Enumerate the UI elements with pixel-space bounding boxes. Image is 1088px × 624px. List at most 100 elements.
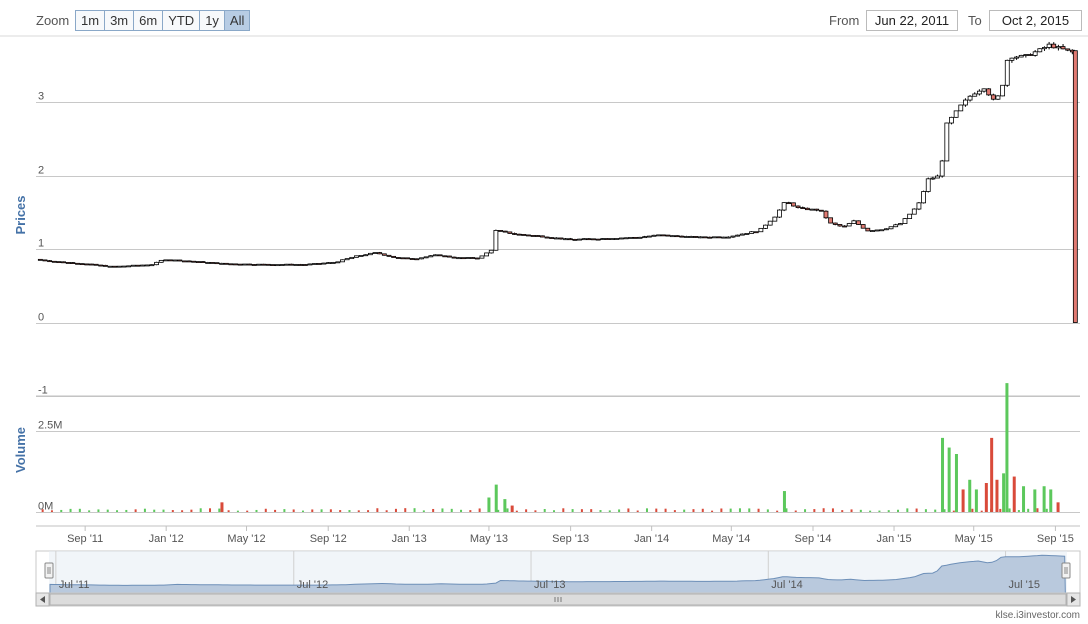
volume-bar [376, 508, 379, 512]
candle-body [288, 263, 294, 266]
candle-body [395, 257, 401, 259]
candle-body [93, 263, 99, 266]
candle-body [456, 257, 462, 260]
candle-body [474, 257, 480, 260]
candle-body [888, 226, 894, 230]
candle-body [447, 255, 452, 258]
volume-bar [701, 508, 704, 512]
volume-bar [497, 509, 500, 512]
candle-body [786, 202, 792, 205]
price-y-axis: -1 0 1 2 3 [38, 91, 48, 397]
candle-body [149, 264, 155, 267]
zoom-ytd-button[interactable]: YTD [162, 10, 200, 31]
volume-y-axis: 0M 2.5M [38, 420, 62, 513]
volume-bar [822, 508, 825, 512]
to-date-input[interactable]: Oct 2, 2015 [989, 10, 1082, 31]
candle-body [725, 236, 731, 239]
candle-body [409, 258, 415, 260]
candle-body [168, 259, 173, 262]
candle-body [711, 236, 717, 239]
candle-body [484, 252, 490, 257]
volume-bar [1033, 489, 1037, 512]
candle-body [544, 236, 550, 239]
candle-body [242, 263, 248, 266]
candle-body [363, 254, 369, 257]
volume-bar [599, 510, 602, 512]
candle-body [493, 230, 499, 251]
candle-body [191, 260, 197, 263]
candle-body [553, 237, 559, 240]
candle-body [646, 235, 652, 238]
candle-body [256, 263, 262, 266]
from-date-input[interactable]: Jun 22, 2011 [866, 10, 958, 31]
volume-bar [515, 510, 518, 512]
candle-body [637, 236, 643, 239]
candle-body [823, 210, 829, 219]
volume-bar [989, 508, 992, 512]
volume-bar [441, 508, 444, 512]
candle-body [581, 238, 587, 241]
volume-y-tick-label: 2.5M [38, 420, 62, 432]
navigator-right-handle[interactable] [1061, 562, 1071, 579]
candle-body [516, 233, 522, 236]
volume-bar [487, 497, 491, 512]
candle-body [488, 249, 494, 254]
scrollbar-grip-icon [554, 597, 562, 602]
zoom-all-button[interactable]: All [223, 10, 251, 31]
candle-body [883, 228, 889, 231]
candle-body [535, 235, 541, 237]
volume-bar [1008, 508, 1011, 512]
x-tick-label: Sep '12 [310, 533, 347, 545]
volume-bar [255, 509, 258, 512]
candle-body [65, 262, 71, 264]
scroll-right-arrow-icon[interactable] [1066, 592, 1081, 607]
candle-body [609, 238, 615, 241]
candle-body [219, 262, 225, 265]
zoom-1y-button[interactable]: 1y [199, 10, 224, 31]
volume-bar [69, 508, 72, 512]
volume-axis-title: Volume [13, 427, 28, 473]
volume-bar [432, 508, 435, 512]
volume-bar [850, 509, 853, 512]
scrollbar-track[interactable] [35, 592, 1081, 607]
volume-bar [1049, 489, 1053, 512]
scrollbar-thumb[interactable] [49, 593, 1067, 606]
candle-body [103, 264, 108, 267]
volume-bar [1042, 486, 1046, 512]
price-axis-title: Prices [13, 195, 28, 234]
zoom-3m-button[interactable]: 3m [104, 10, 134, 31]
volume-bar [748, 508, 751, 512]
volume-bar [116, 510, 119, 512]
x-axis: Sep '11 Jan '12 May '12 Sep '12 Jan '13 May '… [67, 526, 1074, 545]
candle-body [214, 262, 220, 265]
candle-body [1046, 43, 1052, 48]
volume-bar [367, 510, 370, 512]
x-tick-label: Sep '14 [795, 533, 832, 545]
volume-bar [41, 509, 44, 512]
navigator-area [49, 554, 1066, 594]
candle-body [990, 94, 996, 100]
candle-body [897, 223, 903, 226]
candle-body [744, 233, 750, 235]
candle-body [818, 209, 824, 212]
candle-body [144, 264, 150, 267]
navigator-left-handle[interactable] [44, 562, 54, 579]
volume-bar [924, 509, 927, 512]
candle-body [563, 238, 569, 241]
zoom-6m-button[interactable]: 6m [133, 10, 163, 31]
candle-body [716, 236, 722, 239]
candle-body [558, 237, 564, 240]
price-candles [37, 41, 1078, 323]
candle-body [293, 264, 299, 266]
candle-body [674, 235, 680, 238]
candle-body [433, 254, 438, 257]
navigator-tick-label: Jul '11 [59, 579, 90, 591]
candle-body [209, 262, 215, 264]
candle-body [1069, 49, 1075, 53]
candle-body [586, 238, 592, 241]
candle-body [428, 255, 434, 258]
scroll-left-arrow-icon[interactable] [35, 592, 50, 607]
candle-body [70, 262, 76, 264]
zoom-1m-button[interactable]: 1m [75, 10, 105, 31]
candle-body [247, 263, 252, 266]
